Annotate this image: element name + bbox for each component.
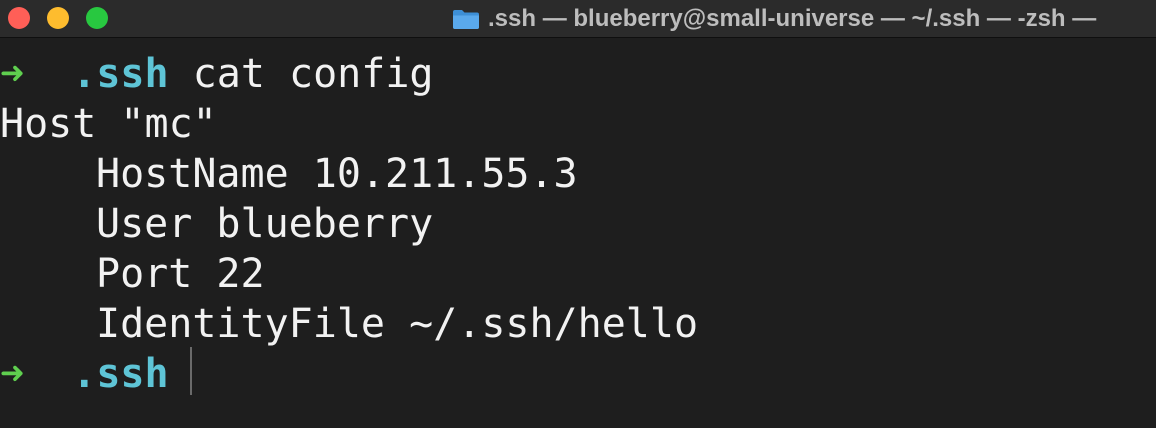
minimize-button[interactable] <box>47 7 69 29</box>
output-line: HostName 10.211.55.3 <box>96 151 578 197</box>
window-title-area: .ssh — blueberry@small-universe — ~/.ssh… <box>452 0 1156 38</box>
prompt-arrow-icon: ➜ <box>0 51 25 97</box>
folder-icon <box>452 8 480 30</box>
text-cursor <box>190 347 192 395</box>
output-line: Host "mc" <box>0 101 217 147</box>
output-line: IdentityFile ~/.ssh/hello <box>96 301 699 347</box>
title-bar[interactable]: .ssh — blueberry@small-universe — ~/.ssh… <box>0 0 1156 38</box>
terminal-content[interactable]: ➜ .ssh cat config Host "mc" HostName 10.… <box>0 38 1156 428</box>
close-button[interactable] <box>8 7 30 29</box>
prompt-directory: .ssh <box>72 51 169 97</box>
current-prompt-line: ➜ .ssh <box>0 349 169 399</box>
output-line: Port 22 <box>96 251 265 297</box>
maximize-button[interactable] <box>86 7 108 29</box>
command-text: cat config <box>192 51 434 97</box>
window-title: .ssh — blueberry@small-universe — ~/.ssh… <box>488 5 1097 32</box>
prompt-arrow-icon: ➜ <box>0 351 25 397</box>
terminal-window: .ssh — blueberry@small-universe — ~/.ssh… <box>0 0 1156 428</box>
prompt-directory: .ssh <box>72 351 169 397</box>
output-line: User blueberry <box>96 201 434 247</box>
prompt-line: ➜ .ssh cat config <box>0 49 434 99</box>
